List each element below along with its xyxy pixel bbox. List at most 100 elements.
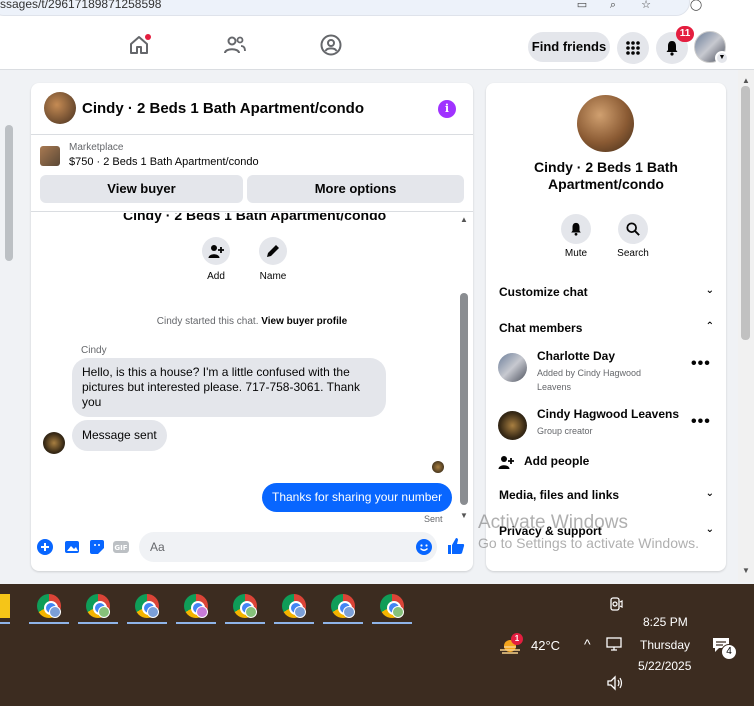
privacy-support-label: Privacy & support <box>499 524 602 538</box>
thumbs-up-icon[interactable] <box>447 537 465 555</box>
search-icon <box>626 222 640 236</box>
name-action[interactable]: Name <box>251 237 295 282</box>
scroll-down-arrow[interactable]: ▼ <box>460 511 468 520</box>
plus-circle-icon[interactable] <box>37 539 53 555</box>
clock-day[interactable]: Thursday <box>640 638 690 652</box>
customize-chat-section[interactable]: Customize chat ⌄ <box>499 285 714 299</box>
chat-started-notice: Cindy started this chat. View buyer prof… <box>31 316 473 327</box>
pencil-icon <box>267 245 279 257</box>
chevron-down-icon: ⌄ <box>705 285 714 296</box>
more-options-button[interactable]: More options <box>247 175 464 203</box>
taskbar-chrome-window[interactable] <box>323 594 363 624</box>
add-people-button[interactable]: Add people <box>498 452 698 470</box>
chevron-down-icon: ⌄ <box>705 524 714 535</box>
search-button[interactable]: Search <box>608 214 658 259</box>
more-options-icon[interactable]: ••• <box>691 355 711 373</box>
groups-icon[interactable] <box>319 33 343 57</box>
thread-scrollbar-thumb[interactable] <box>460 293 468 505</box>
chat-header: Cindy · 2 Beds 1 Bath Apartment/condo i <box>31 83 473 135</box>
taskbar-chrome-window[interactable] <box>78 594 118 624</box>
grid-icon <box>626 41 640 55</box>
friends-icon[interactable] <box>223 33 247 57</box>
incoming-message[interactable]: Message sent <box>72 420 167 451</box>
emoji-icon[interactable] <box>416 539 432 555</box>
search-label: Search <box>617 248 649 259</box>
info-icon[interactable]: i <box>438 100 456 118</box>
volume-icon[interactable] <box>606 675 624 691</box>
browser-address-bar[interactable]: ssages/t/29617189871258598 ▭ ⌕ ☆ ◯ <box>0 0 754 20</box>
gif-icon[interactable]: GIF <box>113 539 129 555</box>
marketplace-listing: Marketplace $750 · 2 Beds 1 Bath Apartme… <box>31 136 473 212</box>
member-avatar[interactable] <box>498 353 527 382</box>
page-scrollbar-thumb[interactable] <box>741 86 750 340</box>
member-avatar[interactable] <box>498 411 527 440</box>
mute-button[interactable]: Mute <box>551 214 601 259</box>
chat-members-section[interactable]: Chat members ⌃ <box>499 321 714 335</box>
chevron-up-icon: ⌃ <box>705 321 714 332</box>
outgoing-message[interactable]: Thanks for sharing your number <box>262 483 453 512</box>
taskbar-chrome-window[interactable] <box>176 594 216 624</box>
member-item[interactable]: Cindy Hagwood Leavens Group creator ••• <box>498 407 714 443</box>
member-name[interactable]: Charlotte Day <box>537 349 615 363</box>
sent-status: Sent <box>424 514 443 524</box>
sticker-icon[interactable] <box>89 539 105 555</box>
message-composer: GIF Aa <box>31 529 473 565</box>
taskbar-chrome-window[interactable] <box>127 594 167 624</box>
taskbar-chrome-window[interactable] <box>372 594 412 624</box>
clock-time[interactable]: 8:25 PM <box>643 615 688 629</box>
message-input-placeholder: Aa <box>150 540 165 554</box>
sticky-notes-app[interactable] <box>0 594 10 624</box>
message-thread[interactable]: Cindy · 2 Beds 1 Bath Apartment/condo Ad… <box>31 213 473 527</box>
profile-icon[interactable]: ◯ <box>689 0 703 11</box>
cast-icon[interactable]: ▭ <box>575 0 589 11</box>
chat-avatar[interactable] <box>44 92 76 124</box>
find-friends-button[interactable]: Find friends <box>528 32 610 62</box>
facebook-top-nav: Find friends 11 ▼ <box>0 20 754 70</box>
chevron-up-icon[interactable]: ^ <box>584 636 591 652</box>
mute-label: Mute <box>564 248 588 259</box>
taskbar-chrome-window[interactable] <box>274 594 314 624</box>
privacy-support-section[interactable]: Privacy & support ⌄ <box>499 524 714 538</box>
taskbar-chrome-window[interactable] <box>29 594 69 624</box>
taskbar-chrome-window[interactable] <box>225 594 265 624</box>
search-icon[interactable]: ⌕ <box>606 0 620 11</box>
add-action-label: Add <box>207 271 225 282</box>
photo-icon[interactable] <box>64 539 80 555</box>
temperature[interactable]: 42°C <box>531 638 560 653</box>
listing-summary[interactable]: $750 · 2 Beds 1 Bath Apartment/condo <box>69 156 259 168</box>
listing-thumbnail[interactable] <box>40 146 60 166</box>
incoming-message[interactable]: Hello, is this a house? I'm a little con… <box>72 358 386 417</box>
page-scroll-up-arrow[interactable]: ▲ <box>742 76 750 85</box>
chat-profile-avatar[interactable] <box>577 95 634 152</box>
menu-grid-button[interactable] <box>617 32 649 64</box>
thread-scrollbar[interactable]: ▲ ▼ <box>459 213 469 523</box>
add-action[interactable]: Add <box>194 237 238 282</box>
message-input[interactable]: Aa <box>139 532 437 562</box>
sender-avatar[interactable] <box>43 432 65 454</box>
chat-title[interactable]: Cindy · 2 Beds 1 Bath Apartment/condo <box>82 100 364 117</box>
url-text[interactable]: ssages/t/29617189871258598 <box>0 0 161 11</box>
home-icon[interactable] <box>127 33 151 57</box>
media-files-links-section[interactable]: Media, files and links ⌄ <box>499 488 714 502</box>
network-icon[interactable] <box>606 636 624 652</box>
notification-center-badge: 4 <box>721 644 737 660</box>
member-subtitle: Group creator <box>537 426 593 436</box>
account-avatar[interactable]: ▼ <box>694 31 729 65</box>
windows-taskbar: 1 42°C ^ 8:25 PM Thursday 5/22/2025 4 <box>0 584 754 706</box>
camera-icon[interactable] <box>608 596 624 612</box>
scrollbar-thumb[interactable] <box>5 125 13 261</box>
view-buyer-profile-link[interactable]: View buyer profile <box>261 316 347 327</box>
member-item[interactable]: Charlotte Day Added by Cindy Hagwood Lea… <box>498 349 714 392</box>
bookmark-star-icon[interactable]: ☆ <box>639 0 653 11</box>
view-buyer-button[interactable]: View buyer <box>40 175 243 203</box>
member-name[interactable]: Cindy Hagwood Leavens <box>537 407 679 421</box>
page-scroll-down-arrow[interactable]: ▼ <box>742 566 750 575</box>
scroll-up-arrow[interactable]: ▲ <box>460 215 468 224</box>
chat-details-panel: Cindy · 2 Beds 1 Bath Apartment/condo Mu… <box>486 83 726 571</box>
add-person-icon <box>498 456 514 469</box>
page-scrollbar[interactable]: ▲ ▼ <box>738 70 754 582</box>
member-subtitle: Added by Cindy Hagwood Leavens <box>537 368 642 392</box>
left-panel-scrollbar[interactable] <box>0 82 18 582</box>
clock-date[interactable]: 5/22/2025 <box>638 659 691 673</box>
more-options-icon[interactable]: ••• <box>691 413 711 431</box>
